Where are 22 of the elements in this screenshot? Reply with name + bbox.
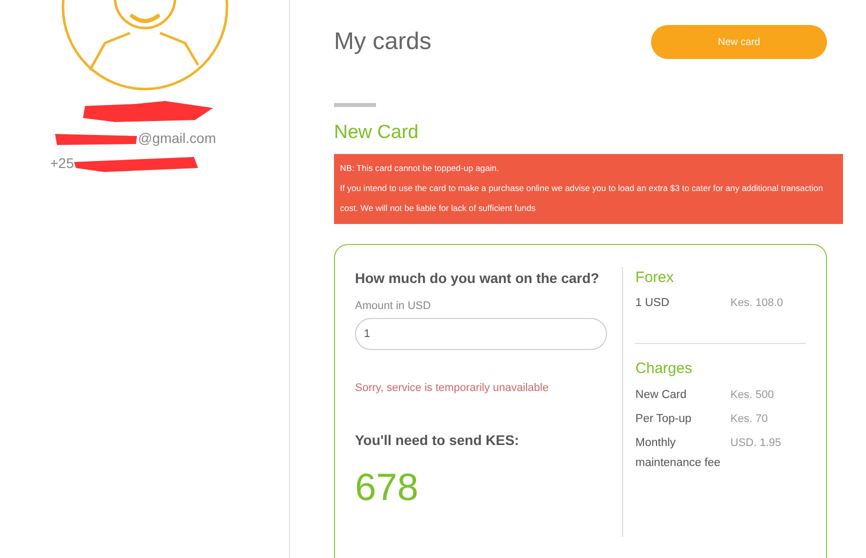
avatar-icon <box>60 0 230 92</box>
rate-label: Per Top-up <box>635 412 692 426</box>
rate-value: USD. 1.95 <box>730 436 782 450</box>
page-title: My cards <box>334 27 432 57</box>
amount-field[interactable]: 1 <box>355 318 607 350</box>
rate-value: Kes. 500 <box>730 388 774 402</box>
send-amount: 678 <box>355 466 420 510</box>
rate-label: 1 USD <box>635 296 670 311</box>
group-title: Charges <box>635 359 694 379</box>
rate-label: Monthly maintenance fee <box>635 436 722 470</box>
notice-banner: NB: This card cannot be topped-up again. If you intend to use the card to make a purchase online we advise you to load an extra $3 to cater for any additional transaction cost. We will not be liable for lack of sufficient funds <box>334 154 843 224</box>
send-label: You'll need to send KES: <box>355 430 520 450</box>
rate-label: New Card <box>635 388 688 402</box>
email-text: @gmail.com <box>138 129 216 148</box>
rate-value: Kes. 70 <box>730 412 768 426</box>
field-label: Amount in USD <box>355 298 432 314</box>
question-heading: How much do you want on the card? <box>355 268 600 288</box>
section-title: New Card <box>334 121 420 145</box>
phone-text: +25 <box>50 154 74 173</box>
group-title: Forex <box>635 268 675 288</box>
error-text: Sorry, service is temporarily unavailable <box>355 381 550 396</box>
rate-value: Kes. 108.0 <box>730 296 783 311</box>
